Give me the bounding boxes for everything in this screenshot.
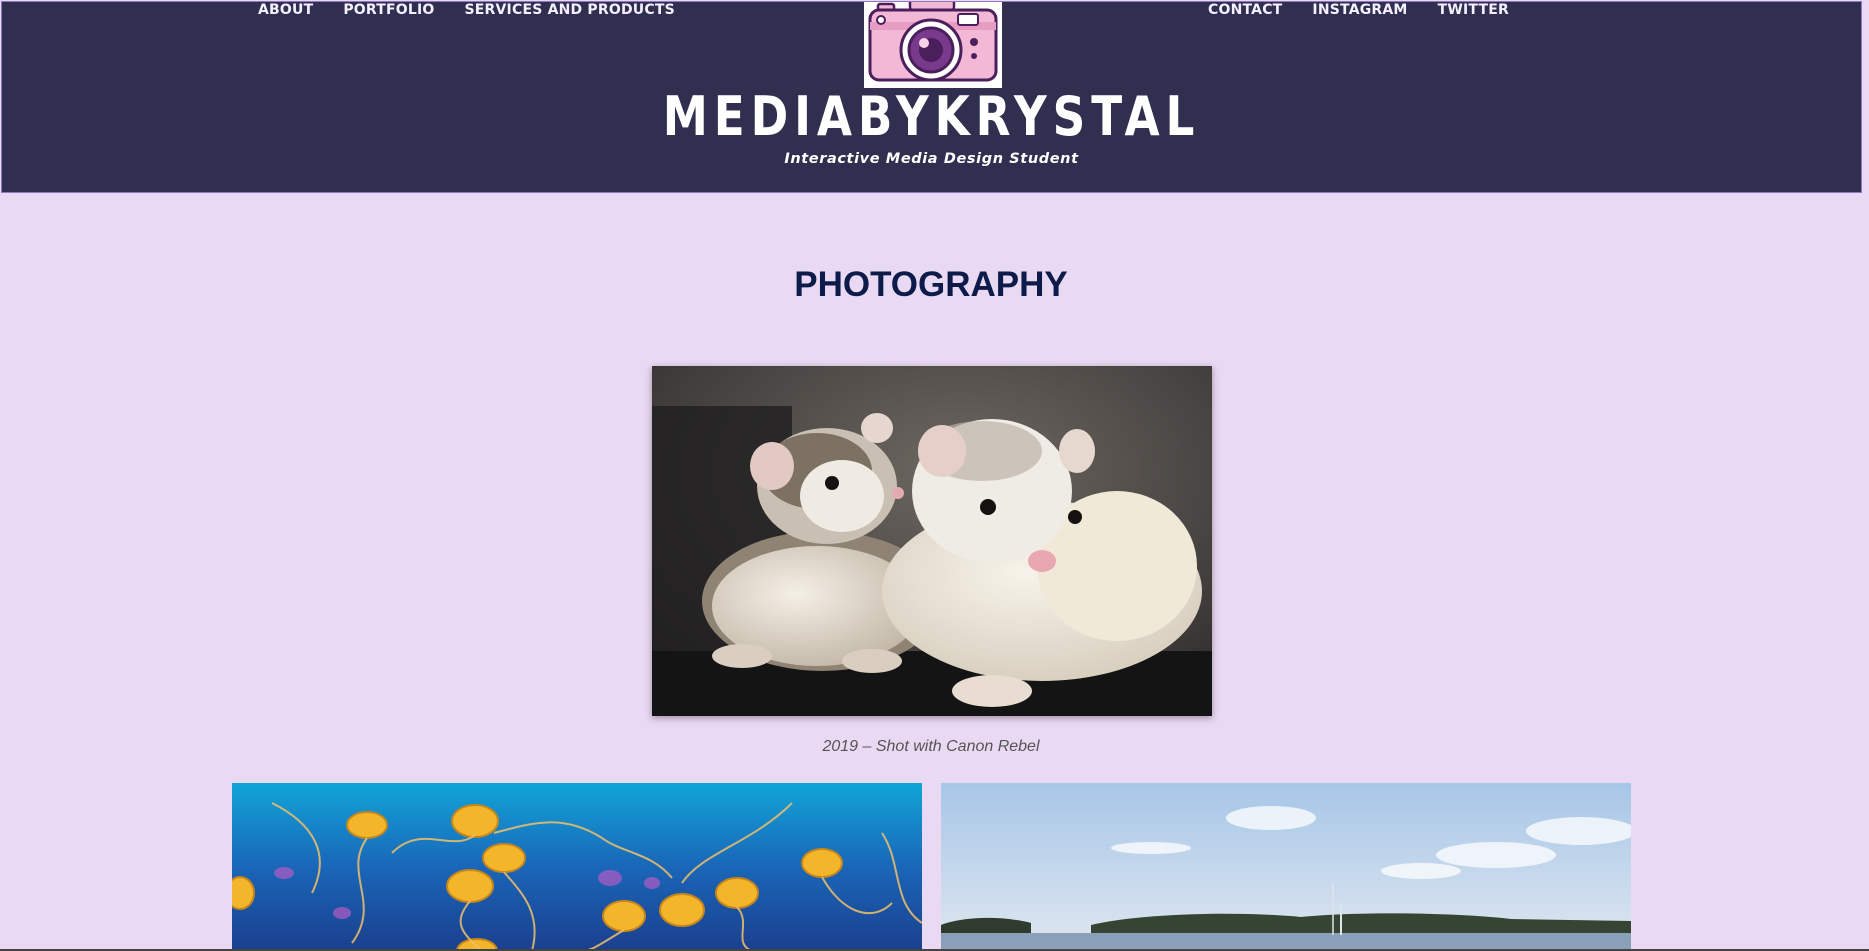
nav-instagram[interactable]: INSTAGRAM bbox=[1312, 2, 1407, 18]
jellyfish-image bbox=[232, 783, 922, 951]
bay-image bbox=[941, 783, 1631, 951]
camera-icon bbox=[864, 2, 1002, 88]
nav-services-and-products[interactable]: SERVICES AND PRODUCTS bbox=[465, 2, 675, 18]
site-tagline: Interactive Media Design Student bbox=[784, 151, 1079, 167]
page-title: PHOTOGRAPHY bbox=[794, 265, 1068, 304]
primary-nav-right: CONTACT INSTAGRAM TWITTER bbox=[1208, 2, 1509, 18]
featured-photo-caption: 2019 – Shot with Canon Rebel bbox=[822, 738, 1040, 755]
gallery-photo-jellyfish[interactable] bbox=[232, 783, 922, 951]
nav-about[interactable]: ABOUT bbox=[258, 2, 313, 18]
ferrets-image bbox=[652, 366, 1212, 716]
site-title[interactable]: MEDIABYKRYSTAL bbox=[151, 84, 1713, 150]
nav-portfolio[interactable]: PORTFOLIO bbox=[343, 2, 434, 18]
primary-nav-left: ABOUT PORTFOLIO SERVICES AND PRODUCTS bbox=[258, 2, 675, 18]
nav-twitter[interactable]: TWITTER bbox=[1438, 2, 1509, 18]
featured-photo-ferrets[interactable] bbox=[652, 366, 1212, 716]
site-header: ABOUT PORTFOLIO SERVICES AND PRODUCTS ME… bbox=[1, 1, 1862, 193]
gallery-photo-bay[interactable] bbox=[941, 783, 1631, 951]
nav-contact[interactable]: CONTACT bbox=[1208, 2, 1282, 18]
site-logo[interactable] bbox=[864, 2, 1002, 88]
